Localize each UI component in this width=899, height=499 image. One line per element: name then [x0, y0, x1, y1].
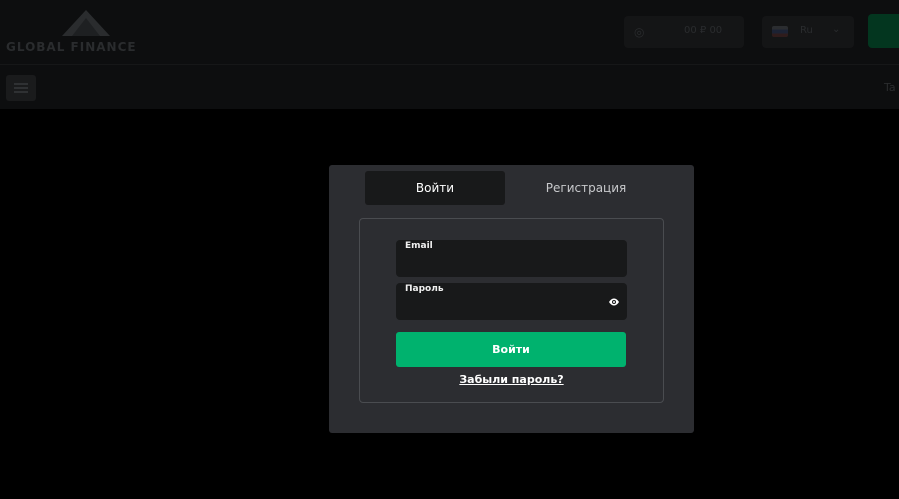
password-input[interactable] — [405, 299, 605, 315]
top-header: GLOBAL FINANCE ◎ 00 ₽ 00 Ru ⌄ — [0, 0, 899, 65]
eye-icon[interactable] — [608, 296, 620, 308]
tab-login[interactable]: Войти — [365, 171, 505, 205]
logo[interactable]: GLOBAL FINANCE — [6, 10, 156, 56]
email-label: Email — [405, 241, 433, 251]
flag-icon — [772, 26, 788, 37]
header-action-button[interactable] — [868, 14, 899, 48]
password-label: Пароль — [405, 284, 444, 294]
logo-mark-icon — [62, 10, 110, 36]
login-form: Email Пароль Войти Забыли пароль? — [359, 218, 664, 403]
balance-value: 00 ₽ 00 — [684, 25, 723, 36]
login-submit-button[interactable]: Войти — [396, 332, 626, 367]
auth-modal: Войти Регистрация Email Пароль Войти Заб… — [329, 165, 694, 433]
balance-widget[interactable]: ◎ 00 ₽ 00 — [624, 16, 744, 48]
sub-header: Ta — [0, 65, 899, 109]
language-value: Ru — [800, 25, 813, 36]
logo-text: GLOBAL FINANCE — [6, 40, 137, 54]
forgot-password-link[interactable]: Забыли пароль? — [360, 373, 663, 386]
chevron-down-icon: ⌄ — [832, 24, 841, 35]
tab-register[interactable]: Регистрация — [513, 171, 659, 205]
menu-icon[interactable] — [6, 75, 36, 101]
password-field[interactable]: Пароль — [396, 283, 627, 320]
subbar-edge-item: Ta — [884, 81, 896, 94]
email-field[interactable]: Email — [396, 240, 627, 277]
wallet-icon: ◎ — [634, 25, 645, 39]
auth-tabs: Войти Регистрация — [365, 171, 659, 205]
email-input[interactable] — [405, 256, 605, 272]
language-selector[interactable]: Ru ⌄ — [762, 16, 854, 48]
